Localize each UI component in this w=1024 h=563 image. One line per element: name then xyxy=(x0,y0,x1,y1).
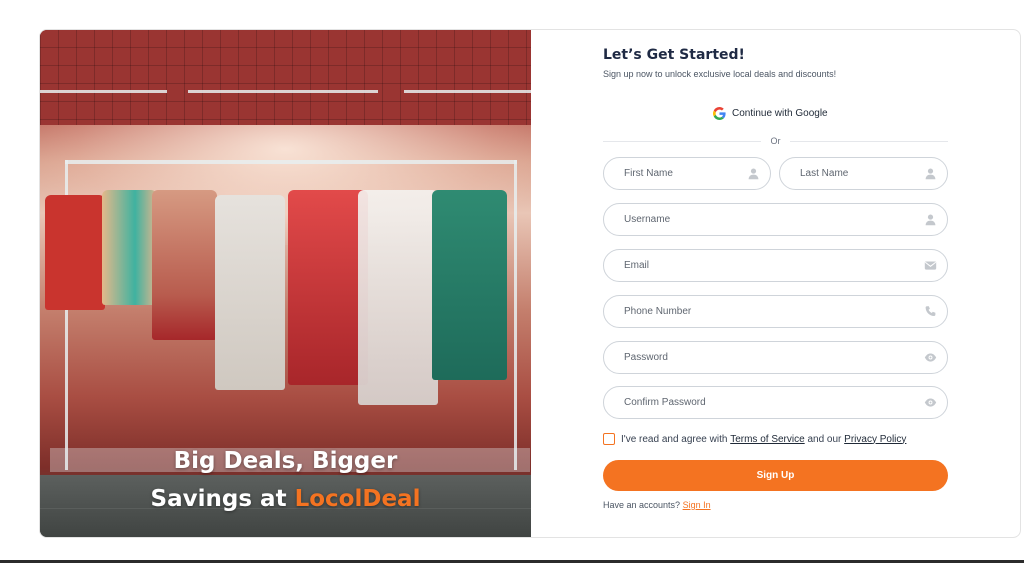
email-input[interactable] xyxy=(624,250,915,281)
phone-icon xyxy=(925,306,936,316)
hero-headline-line2: Savings at xyxy=(150,486,295,512)
hero-tile-wall xyxy=(40,30,531,125)
signup-card: Big Deals, Bigger Savings at LocolDeal L… xyxy=(39,29,1021,538)
email-field xyxy=(603,249,948,282)
user-icon xyxy=(925,168,936,180)
signup-form: Let’s Get Started! Sign up now to unlock… xyxy=(603,30,948,537)
confirm-password-input[interactable] xyxy=(624,387,915,418)
user-icon xyxy=(925,214,936,226)
divider-right xyxy=(790,141,948,142)
brand-name: LocolDeal xyxy=(294,486,421,512)
continue-with-google-label: Continue with Google xyxy=(732,107,828,119)
terms-checkbox[interactable] xyxy=(603,433,615,445)
google-icon xyxy=(713,106,726,120)
hero-headline: Big Deals, Bigger Savings at LocolDeal xyxy=(40,442,531,518)
password-input[interactable] xyxy=(624,342,915,373)
sign-up-button[interactable]: Sign Up xyxy=(603,460,948,491)
confirm-password-field xyxy=(603,386,948,419)
last-name-input[interactable] xyxy=(800,158,915,189)
password-field xyxy=(603,341,948,374)
terms-prefix: I've read and agree with xyxy=(621,433,731,445)
phone-number-input[interactable] xyxy=(624,296,915,327)
sign-in-link[interactable]: Sign In xyxy=(683,500,711,510)
terms-of-service-link[interactable]: Terms of Service xyxy=(730,434,804,445)
last-name-field xyxy=(779,157,948,190)
privacy-policy-link[interactable]: Privacy Policy xyxy=(844,434,906,445)
signup-page: Big Deals, Bigger Savings at LocolDeal L… xyxy=(0,0,1024,563)
hero-image: Big Deals, Bigger Savings at LocolDeal xyxy=(40,30,531,537)
terms-agreement: I've read and agree with Terms of Servic… xyxy=(603,433,906,445)
eye-icon[interactable] xyxy=(924,351,937,364)
username-field xyxy=(603,203,948,236)
first-name-field xyxy=(603,157,771,190)
page-title: Let’s Get Started! xyxy=(603,47,745,63)
hero-headline-line1: Big Deals, Bigger xyxy=(173,448,398,474)
phone-number-field xyxy=(603,295,948,328)
envelope-icon xyxy=(924,261,937,270)
page-subtitle: Sign up now to unlock exclusive local de… xyxy=(603,69,837,79)
user-icon xyxy=(748,168,759,180)
continue-with-google-button[interactable]: Continue with Google xyxy=(713,103,828,123)
terms-middle: and our xyxy=(804,433,845,445)
have-account-label: Have an accounts? xyxy=(603,500,683,510)
have-account-text: Have an accounts? Sign In xyxy=(603,500,711,510)
username-input[interactable] xyxy=(624,204,915,235)
first-name-input[interactable] xyxy=(624,158,738,189)
eye-icon[interactable] xyxy=(924,396,937,409)
